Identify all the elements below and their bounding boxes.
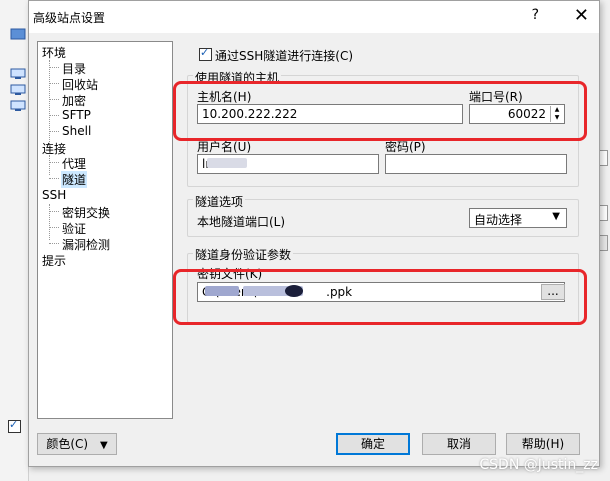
tree-item-environment[interactable]: 环境: [42, 44, 66, 61]
tree-item-key-exchange[interactable]: 密钥交换: [62, 204, 110, 221]
tree-item-proxy[interactable]: 代理: [62, 155, 86, 172]
tree-item-tips[interactable]: 提示: [42, 252, 66, 269]
chevron-down-icon: ▼: [99, 440, 108, 451]
watermark: CSDN @Justin_zz: [479, 457, 598, 473]
background-app-left: [0, 0, 29, 481]
computer-icon: [10, 68, 26, 79]
background-checkbox[interactable]: [8, 418, 21, 433]
tree-item-ssh[interactable]: SSH: [42, 188, 66, 202]
tree-item-encryption[interactable]: 加密: [62, 92, 86, 109]
window-title: 高级站点设置: [33, 11, 106, 25]
tunnel-auth-group-title: 隧道身份验证参数: [193, 246, 294, 263]
computer-icon: [10, 84, 26, 95]
settings-tree: 环境 目录 回收站 加密 SFTP Shell 连接 代理 隧道 SSH 密钥交…: [37, 41, 173, 419]
local-port-value: 自动选择: [474, 213, 523, 227]
ssh-tunnel-checkbox[interactable]: [199, 46, 212, 61]
chevron-down-icon: ▼: [552, 211, 560, 222]
highlight-annotation: [173, 81, 587, 141]
site-icon: [10, 28, 26, 40]
tree-item-authentication[interactable]: 验证: [62, 220, 86, 237]
highlight-annotation: [173, 269, 587, 325]
help-icon[interactable]: ?: [532, 7, 539, 23]
tree-item-directory[interactable]: 目录: [62, 60, 86, 77]
ok-button[interactable]: 确定: [336, 433, 410, 455]
color-button[interactable]: 颜色(C) ▼: [37, 433, 117, 455]
color-button-label: 颜色(C): [46, 437, 89, 451]
tree-item-vulnerability-check[interactable]: 漏洞检测: [62, 236, 110, 253]
cancel-button[interactable]: 取消: [422, 433, 496, 455]
tree-item-recycle-bin[interactable]: 回收站: [62, 76, 98, 93]
local-port-select[interactable]: 自动选择 ▼: [469, 208, 567, 228]
computer-icon: [10, 100, 26, 111]
password-input[interactable]: [385, 154, 567, 174]
title-bar: 高级站点设置 ? ✕: [29, 1, 599, 33]
help-button[interactable]: 帮助(H): [506, 433, 580, 455]
advanced-site-settings-dialog: 高级站点设置 ? ✕ 环境 目录 回收站 加密 SFTP Shell 连接 代理…: [28, 0, 600, 467]
tree-item-tunnel[interactable]: 隧道: [61, 171, 88, 188]
close-icon[interactable]: ✕: [574, 5, 589, 26]
tree-item-shell[interactable]: Shell: [62, 124, 91, 138]
tunnel-options-group-title: 隧道选项: [193, 193, 246, 210]
redaction-blur: [207, 158, 247, 168]
tree-item-sftp[interactable]: SFTP: [62, 108, 91, 122]
local-port-label: 本地隧道端口(L): [197, 215, 286, 229]
ssh-tunnel-checkbox-label: 通过SSH隧道进行连接(C): [215, 49, 354, 63]
